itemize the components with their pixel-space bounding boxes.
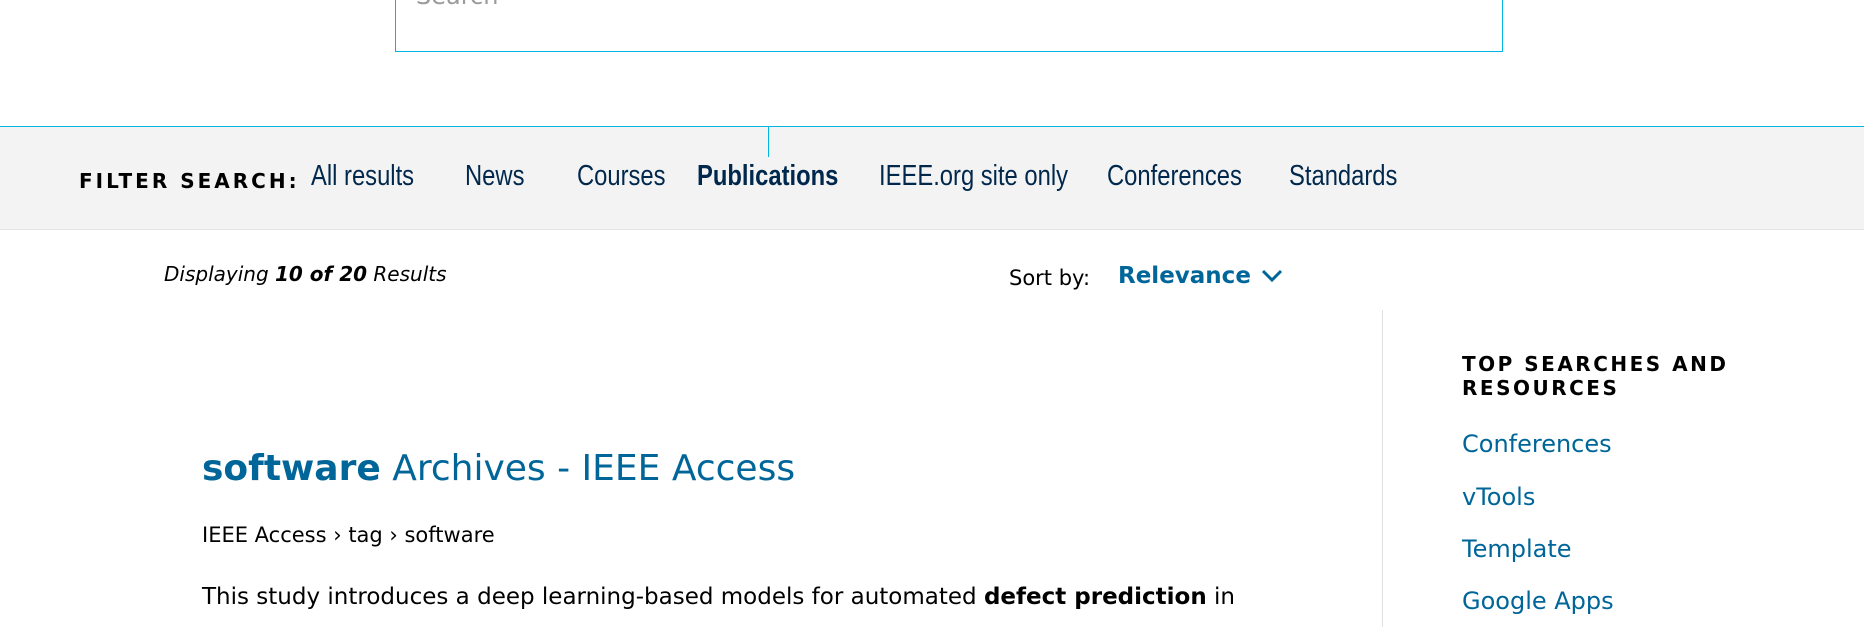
- chevron-down-icon: [1261, 263, 1283, 289]
- filter-conferences[interactable]: Conferences: [1107, 160, 1242, 193]
- snippet-text-start: This study introduces a deep learning-ba…: [202, 584, 977, 610]
- snippet-text-end: in: [1214, 584, 1235, 610]
- result-title-link[interactable]: software Archives - IEEE Access: [202, 448, 795, 489]
- filter-all-results[interactable]: All results: [311, 160, 414, 193]
- snippet-highlight: defect prediction: [983, 584, 1207, 610]
- sort-label: Sort by:: [1009, 266, 1091, 290]
- filter-standards[interactable]: Standards: [1289, 160, 1397, 193]
- filter-indicator-line: [768, 127, 769, 157]
- search-input[interactable]: [416, 0, 1396, 11]
- filter-bar: FILTER SEARCH: All results News Courses …: [0, 126, 1864, 230]
- result-title-keyword: software: [202, 448, 381, 489]
- filter-publications[interactable]: Publications: [697, 160, 838, 193]
- sidebar-link-conferences[interactable]: Conferences: [1462, 430, 1612, 458]
- sort-value: Relevance: [1118, 263, 1251, 289]
- sidebar-link-vtools[interactable]: vTools: [1462, 483, 1535, 511]
- page: FILTER SEARCH: All results News Courses …: [0, 0, 1864, 627]
- results-count-value: 10 of 20: [275, 262, 368, 286]
- search-box: [395, 0, 1503, 52]
- sort-dropdown[interactable]: Relevance: [1118, 263, 1283, 289]
- filter-news[interactable]: News: [465, 160, 524, 193]
- search-button[interactable]: [1422, 0, 1462, 11]
- sidebar-link-template[interactable]: Template: [1462, 535, 1572, 563]
- results-count: Displaying 10 of 20 Results: [164, 262, 447, 286]
- filter-search-label: FILTER SEARCH:: [79, 169, 300, 193]
- sidebar-link-google-apps[interactable]: Google Apps: [1462, 587, 1614, 615]
- sidebar-heading: TOP SEARCHES AND RESOURCES: [1462, 352, 1729, 400]
- result-snippet: This study introduces a deep learning-ba…: [202, 584, 1322, 610]
- filter-ieee-site-only[interactable]: IEEE.org site only: [879, 160, 1068, 193]
- search-icon: [1425, 0, 1459, 5]
- column-divider: [1382, 310, 1383, 627]
- result-title-rest: Archives - IEEE Access: [392, 448, 796, 489]
- results-count-prefix: Displaying: [164, 262, 269, 286]
- result-breadcrumb: IEEE Access › tag › software: [202, 523, 495, 547]
- filter-courses[interactable]: Courses: [577, 160, 666, 193]
- results-count-suffix: Results: [373, 262, 447, 286]
